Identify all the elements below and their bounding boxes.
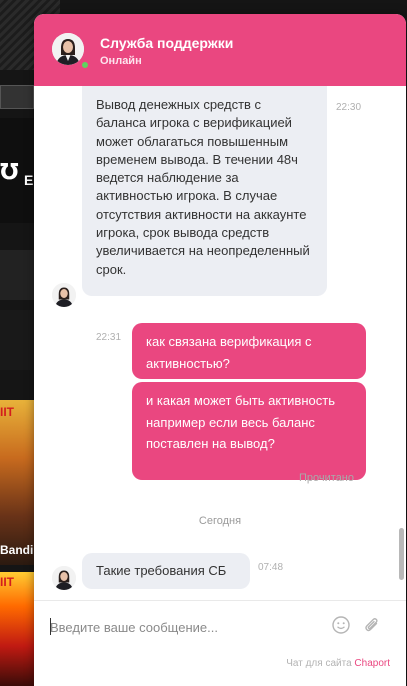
chaport-link[interactable]: Chaport	[354, 658, 390, 669]
chat-header[interactable]: Служба поддержки Онлайн	[34, 14, 406, 86]
online-status-dot	[80, 60, 90, 70]
message-list-scrollbar[interactable]	[399, 528, 404, 580]
message-time: 22:30	[336, 102, 362, 113]
agent-avatar-small-icon	[52, 566, 76, 590]
game-tile-2-badge: IIT	[0, 575, 14, 589]
smiley-icon[interactable]	[332, 616, 350, 634]
site-logo-letter: E	[24, 172, 34, 188]
composer: Чат для сайта Chaport	[34, 600, 406, 686]
message-text: и какая может быть активность например е…	[146, 393, 335, 452]
game-tile-1-name: Bandi	[0, 543, 34, 557]
chat-title: Служба поддержки	[100, 35, 234, 51]
agent-avatar-icon	[52, 33, 84, 65]
outgoing-message: как связана верификация с активностью?	[132, 323, 366, 379]
day-separator: Сегодня	[198, 515, 242, 527]
message-time: 22:31	[96, 332, 122, 343]
agent-avatar-small-icon	[52, 283, 76, 307]
message-list[interactable]: Вывод денежных средств с баланса игрока …	[34, 86, 406, 600]
incoming-message: Вывод денежных средств с баланса игрока …	[82, 86, 327, 296]
site-thumbnail[interactable]	[0, 85, 34, 109]
message-input[interactable]	[50, 615, 320, 639]
read-status: Прочитано	[299, 472, 354, 484]
incoming-message: Такие требования СБ	[82, 553, 250, 589]
game-tile-1-badge: IIT	[0, 405, 14, 419]
powered-by[interactable]: Чат для сайта Chaport	[286, 658, 390, 669]
message-text: Вывод денежных средств с баланса игрока …	[96, 97, 310, 277]
text-caret	[50, 618, 51, 635]
message-text: как связана верификация с активностью?	[146, 334, 312, 371]
chat-widget: Служба поддержки Онлайн Вывод денежных с…	[34, 14, 406, 686]
paperclip-icon[interactable]	[362, 615, 382, 635]
message-text: Такие требования СБ	[96, 563, 227, 578]
message-time: 07:48	[258, 562, 284, 573]
powered-by-text: Чат для сайта	[286, 658, 352, 669]
outgoing-message: и какая может быть активность например е…	[132, 382, 366, 480]
agent-status: Онлайн	[100, 55, 142, 67]
site-logo-icon: ℧	[0, 160, 19, 185]
